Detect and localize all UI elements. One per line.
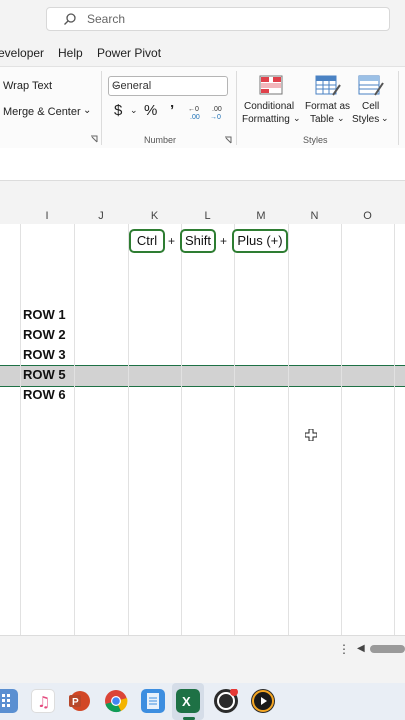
- search-box[interactable]: Search: [46, 7, 390, 31]
- gridline: [341, 224, 342, 635]
- format-as-table-button[interactable]: Format as Table ⌄: [302, 71, 354, 131]
- column-header-o[interactable]: O: [341, 208, 394, 224]
- styles-group-label: Styles: [303, 135, 328, 145]
- column-header-m[interactable]: M: [234, 208, 288, 224]
- chrome-icon[interactable]: [104, 689, 128, 713]
- obs-icon[interactable]: [214, 688, 238, 713]
- horizontal-scrollbar[interactable]: [370, 645, 405, 653]
- powerpoint-icon[interactable]: P: [67, 689, 91, 713]
- scroll-left-icon[interactable]: ◀: [357, 643, 365, 654]
- cell-styles-icon: [358, 75, 384, 96]
- gridline: [74, 224, 75, 635]
- chevron-down-icon: ⌄: [293, 113, 301, 123]
- excel-icon[interactable]: X: [176, 689, 200, 713]
- cell-row-1[interactable]: ROW 1: [23, 307, 66, 322]
- group-separator: [236, 71, 237, 145]
- tab-developer[interactable]: eveloper: [0, 46, 44, 60]
- svg-text:X: X: [182, 694, 191, 709]
- column-header-l[interactable]: L: [181, 208, 234, 224]
- taskbar: ♫ P X: [0, 683, 405, 720]
- currency-button[interactable]: $: [114, 102, 122, 119]
- mouse-cursor-plus-icon: [305, 429, 317, 441]
- number-group-label: Number: [144, 135, 177, 145]
- cell-styles-label-2: Styles: [352, 114, 380, 125]
- ribbon: Wrap Text Merge & Center ⌄ General ⌄ $ ⌄…: [0, 66, 405, 150]
- music-icon[interactable]: ♫: [31, 689, 55, 713]
- cell-row-6[interactable]: ROW 6: [23, 387, 66, 402]
- number-format-dropdown[interactable]: General ⌄: [108, 76, 228, 96]
- conditional-formatting-label-2: Formatting: [242, 114, 290, 125]
- svg-text:♫: ♫: [37, 693, 50, 711]
- format-as-table-label-2: Table: [310, 114, 334, 125]
- number-dialog-launcher-icon[interactable]: [224, 136, 232, 144]
- column-header-i[interactable]: I: [20, 208, 74, 224]
- title-bar: Search: [0, 0, 405, 40]
- toolbar-gap: [0, 181, 405, 208]
- sheet-tabs-bar: ⋮ ◀: [0, 635, 405, 664]
- conditional-formatting-button[interactable]: Conditional Formatting ⌄: [241, 71, 301, 131]
- svg-text:.00: .00: [212, 106, 222, 113]
- format-as-table-icon: [315, 75, 341, 96]
- column-header-j[interactable]: J: [74, 208, 128, 224]
- svg-text:P: P: [72, 697, 79, 708]
- shortcut-plus-2: +: [220, 234, 228, 248]
- media-player-icon[interactable]: [251, 689, 275, 713]
- column-header-k[interactable]: K: [128, 208, 181, 224]
- gridline: [128, 224, 129, 635]
- cell-row-3[interactable]: ROW 3: [23, 347, 66, 362]
- increase-decimal-icon[interactable]: ←0.00: [187, 104, 205, 120]
- formula-bar[interactable]: [0, 148, 405, 181]
- conditional-formatting-icon: [259, 75, 283, 95]
- more-options-icon[interactable]: ⋮: [338, 642, 350, 656]
- gridline: [20, 224, 21, 635]
- merge-dropdown-chevron-icon[interactable]: ⌄: [83, 105, 91, 116]
- conditional-formatting-label-1: Conditional: [244, 101, 295, 112]
- format-as-table-label-1: Format as: [305, 101, 351, 112]
- shortcut-key-plus: Plus (+): [232, 229, 288, 253]
- column-header-n[interactable]: N: [288, 208, 341, 224]
- tab-help[interactable]: Help: [58, 46, 83, 60]
- ribbon-tabs: eveloper Help Power Pivot: [0, 40, 405, 66]
- group-separator: [101, 71, 102, 145]
- worksheet-grid[interactable]: Ctrl + Shift + Plus (+) ROW 1 ROW 2 ROW …: [0, 224, 405, 635]
- shortcut-key-ctrl: Ctrl: [129, 229, 165, 253]
- cell-styles-button[interactable]: Cell Styles ⌄: [352, 71, 392, 131]
- currency-dropdown-chevron-icon[interactable]: ⌄: [130, 105, 138, 116]
- alignment-dialog-launcher-icon[interactable]: [90, 135, 98, 143]
- tab-power-pivot[interactable]: Power Pivot: [97, 46, 161, 60]
- shortcut-plus-1: +: [168, 234, 176, 248]
- gridline: [181, 224, 182, 635]
- chevron-down-icon: ⌄: [112, 79, 121, 90]
- merge-center-button[interactable]: Merge & Center: [3, 106, 81, 118]
- notepad-icon[interactable]: [141, 689, 165, 713]
- gridline: [288, 224, 289, 635]
- search-icon: [64, 13, 76, 25]
- wrap-text-button[interactable]: Wrap Text: [3, 80, 52, 92]
- svg-text:.00: .00: [190, 114, 200, 120]
- svg-text:→0: →0: [210, 114, 221, 120]
- comma-style-button[interactable]: ’: [170, 102, 174, 119]
- cell-row-5[interactable]: ROW 5: [23, 367, 66, 382]
- calculator-icon[interactable]: [0, 689, 18, 713]
- shortcut-key-shift: Shift: [180, 229, 216, 253]
- gridline: [234, 224, 235, 635]
- cell-row-2[interactable]: ROW 2: [23, 327, 66, 342]
- percent-button[interactable]: %: [144, 102, 157, 119]
- group-separator: [398, 71, 399, 145]
- svg-text:←0: ←0: [188, 106, 199, 113]
- decrease-decimal-icon[interactable]: .00→0: [209, 104, 227, 120]
- gridline: [394, 224, 395, 635]
- chevron-down-icon: ⌄: [381, 113, 389, 123]
- cell-styles-label-1: Cell: [362, 101, 380, 112]
- chevron-down-icon: ⌄: [337, 113, 345, 123]
- search-placeholder: Search: [87, 12, 126, 26]
